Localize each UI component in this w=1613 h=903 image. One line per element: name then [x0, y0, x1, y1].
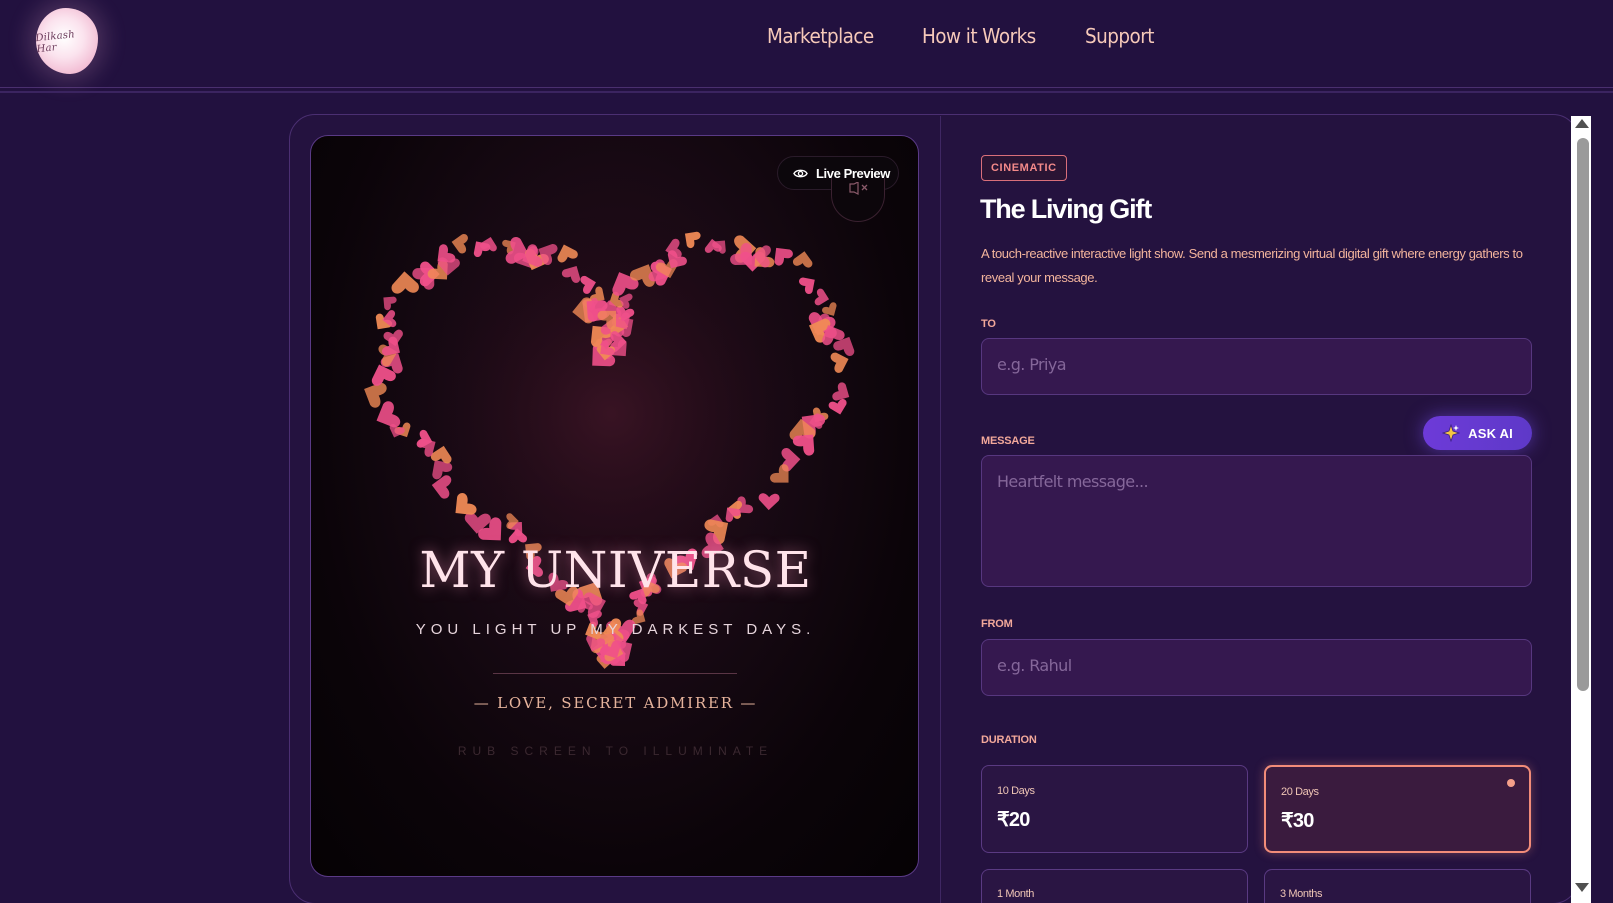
to-label: TO — [981, 318, 996, 330]
preview-title: MY UNIVERSE — [419, 541, 812, 599]
plan-name: 1 Month — [997, 888, 1034, 900]
brand-logo[interactable]: Dilkash Har — [35, 8, 98, 74]
heart-particle — [814, 288, 830, 306]
gift-title: The Living Gift — [980, 194, 1152, 224]
nav-link-support[interactable]: Support — [1085, 24, 1154, 48]
to-input[interactable]: e.g. Priya — [981, 338, 1532, 395]
duration-option-10-days[interactable]: 10 Days ₹20 — [981, 765, 1248, 853]
gift-preview[interactable]: Live Preview MY UNIVERSE YOU LIGHT UP MY… — [310, 135, 919, 877]
plan-price: ₹20 — [997, 809, 1030, 831]
nav-link-marketplace[interactable]: Marketplace — [767, 24, 874, 48]
mute-icon — [849, 182, 868, 195]
heart-particle — [799, 277, 815, 295]
scroll-up-arrow[interactable] — [1575, 119, 1589, 128]
heart-particle — [383, 296, 397, 311]
eye-icon — [793, 169, 808, 177]
duration-label: DURATION — [981, 734, 1037, 746]
heart-particle — [451, 233, 468, 254]
gift-description: A touch-reactive interactive light show.… — [981, 246, 1523, 285]
heart-particle — [792, 251, 813, 268]
from-label: FROM — [981, 618, 1013, 630]
ask-ai-button[interactable]: ASK AI — [1423, 416, 1532, 450]
heart-animation — [364, 216, 855, 669]
selected-dot — [1507, 779, 1515, 787]
plan-name: 20 Days — [1281, 786, 1319, 798]
card-divider — [940, 116, 941, 903]
message-label: MESSAGE — [981, 435, 1035, 447]
top-nav-bar: Dilkash Har Marketplace How it Works Sup… — [0, 0, 1613, 88]
scrollbar-thumb[interactable] — [1577, 138, 1589, 691]
header-divider — [0, 91, 1613, 93]
logo-text: Dilkash Har — [35, 29, 76, 56]
sparkle-icon — [1442, 424, 1461, 442]
message-textarea[interactable]: Heartfelt message... — [981, 455, 1532, 587]
scroll-down-arrow[interactable] — [1575, 883, 1589, 892]
nav-link-how-it-works[interactable]: How it Works — [922, 24, 1036, 48]
plan-name: 3 Months — [1280, 888, 1323, 900]
ask-ai-label: ASK AI — [1468, 425, 1513, 441]
preview-signoff: — LOVE, SECRET ADMIRER — — [473, 694, 758, 712]
duration-option-3-months[interactable]: 3 Months — [1264, 869, 1531, 903]
rub-hint: RUB SCREEN TO ILLUMINATE — [457, 744, 774, 758]
plan-price: ₹30 — [1281, 810, 1314, 832]
from-input[interactable]: e.g. Rahul — [981, 639, 1532, 696]
plan-name: 10 Days — [997, 785, 1035, 797]
category-badge: CINEMATIC — [981, 155, 1067, 181]
duration-option-1-month[interactable]: 1 Month — [981, 869, 1248, 903]
duration-option-20-days[interactable]: 20 Days ₹30 — [1264, 765, 1531, 853]
main-nav: Marketplace How it Works Support — [767, 24, 1159, 48]
preview-subtitle: YOU LIGHT UP MY DARKEST DAYS. — [415, 621, 816, 638]
preview-separator — [493, 673, 737, 674]
